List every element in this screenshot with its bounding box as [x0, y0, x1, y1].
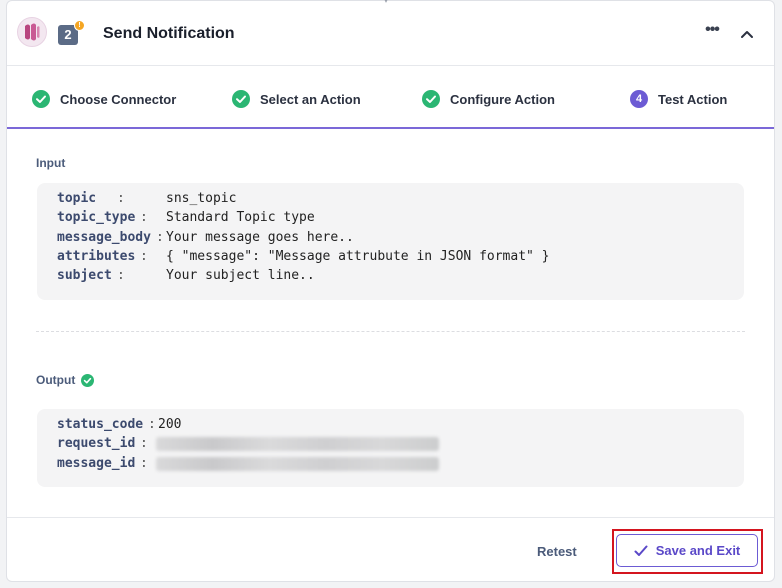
input-row-topic: topic: sns_topic — [57, 191, 237, 206]
input-key: topic — [57, 191, 97, 206]
step-test-action[interactable]: 4 Test Action — [630, 90, 727, 108]
more-options-icon[interactable]: ••• — [702, 22, 722, 41]
check-circle-icon — [32, 90, 50, 108]
input-key: topic_type — [57, 210, 136, 225]
step-configure-action[interactable]: Configure Action — [422, 90, 555, 108]
card-footer: Retest Save and Exit — [7, 517, 774, 581]
output-row-request-id: request_id: — [57, 435, 439, 453]
redacted-value — [156, 457, 439, 471]
warning-dot-icon: ! — [74, 20, 85, 31]
step-label: Test Action — [658, 91, 728, 107]
chevron-up-icon[interactable] — [739, 27, 755, 41]
connector-notch-icon: ▾ — [383, 0, 388, 5]
retest-button[interactable]: Retest — [537, 544, 577, 559]
output-row-status-code: status_code: 200 — [57, 417, 182, 432]
output-row-message-id: message_id: — [57, 455, 439, 473]
input-value: sns_topic — [166, 191, 237, 206]
input-value: Your message goes here.. — [166, 230, 354, 245]
step-label: Configure Action — [450, 91, 555, 107]
step-select-action[interactable]: Select an Action — [232, 90, 361, 108]
input-row-message-body: message_body: Your message goes here.. — [57, 230, 354, 245]
input-code-box: topic: sns_topic topic_type: Standard To… — [37, 183, 744, 300]
check-circle-icon — [81, 373, 95, 387]
check-circle-icon — [422, 90, 440, 108]
output-code-box: status_code: 200 request_id: message_id: — [37, 409, 744, 487]
save-and-exit-button[interactable]: Save and Exit — [616, 534, 758, 567]
card-header: 2 ! Send Notification ••• — [7, 1, 774, 66]
step-card: 2 ! Send Notification ••• Choose Connect… — [6, 0, 775, 582]
redacted-value — [156, 437, 439, 451]
save-button-label: Save and Exit — [655, 543, 741, 558]
input-row-topic-type: topic_type: Standard Topic type — [57, 210, 315, 225]
input-key: subject — [57, 268, 112, 283]
check-circle-icon — [232, 90, 250, 108]
output-key: status_code — [57, 417, 144, 432]
input-value: { "message": "Message attrubute in JSON … — [166, 249, 550, 264]
input-row-attributes: attributes: { "message": "Message attrub… — [57, 249, 550, 264]
step-number-circle: 4 — [630, 90, 648, 108]
step-label: Select an Action — [260, 91, 361, 107]
section-divider — [36, 331, 745, 332]
output-label: Output — [36, 373, 76, 387]
card-title: Send Notification — [103, 25, 235, 42]
input-section-label: Input — [36, 156, 65, 170]
output-key: request_id — [57, 436, 136, 451]
step-choose-connector[interactable]: Choose Connector — [32, 90, 176, 108]
input-key: attributes — [57, 249, 136, 264]
output-section-label: Output — [36, 373, 95, 387]
input-label: Input — [36, 156, 66, 170]
output-key: message_id — [57, 456, 136, 471]
check-icon — [634, 545, 648, 556]
output-value: 200 — [158, 417, 182, 432]
input-value: Standard Topic type — [166, 210, 315, 225]
aws-sns-logo-icon — [17, 17, 47, 47]
step-label: Choose Connector — [60, 91, 177, 107]
input-value: Your subject line.. — [166, 268, 315, 283]
input-row-subject: subject: Your subject line.. — [57, 268, 315, 283]
stepper: Choose Connector Select an Action Config… — [7, 66, 774, 129]
input-key: message_body — [57, 230, 151, 245]
